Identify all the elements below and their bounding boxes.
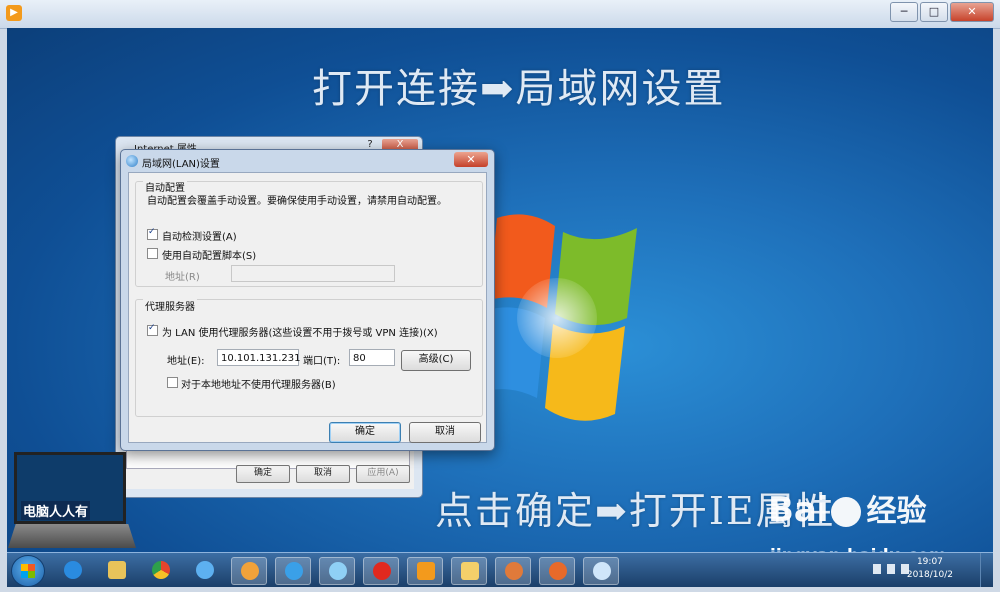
ok-button[interactable]: 确定: [329, 422, 401, 443]
laptop-base: [8, 524, 136, 548]
clock[interactable]: 19:07 2018/10/2: [907, 556, 953, 582]
browser-icon[interactable]: [275, 557, 311, 585]
chess-icon[interactable]: [363, 557, 399, 585]
auto-detect-checkbox[interactable]: [147, 227, 158, 240]
start-button[interactable]: [11, 555, 45, 587]
use-script-label[interactable]: 使用自动配置脚本(S): [162, 247, 256, 262]
proxy-port-input[interactable]: 80: [349, 349, 395, 366]
script-address-label: 地址(R): [165, 272, 200, 283]
lan-settings-dialog: 局域网(LAN)设置 ✕ 自动配置 自动配置会覆盖手动设置。要确保使用手动设置，…: [120, 149, 495, 451]
proxy-address-input[interactable]: 10.101.131.231: [217, 349, 301, 366]
inet-apply-button[interactable]: 应用(A): [356, 465, 410, 483]
use-proxy-checkbox[interactable]: [147, 323, 158, 336]
player-titlebar: ▶ ─ □ ✕: [0, 0, 1000, 29]
folder-icon[interactable]: [451, 557, 487, 585]
cancel-button[interactable]: 取消: [409, 422, 481, 443]
desktop: 打开连接➡局域网设置 Internet 属性 ? X 确定 取消 应用(A): [7, 28, 993, 558]
show-desktop-button[interactable]: [980, 553, 993, 587]
baidu-watermark: Bai 经验: [768, 486, 927, 530]
file-explorer-icon[interactable]: [99, 557, 133, 583]
paint2-icon[interactable]: [539, 557, 575, 585]
media-player-icon[interactable]: [407, 557, 443, 585]
paint-icon[interactable]: [231, 557, 267, 585]
auto-detect-label[interactable]: 自动检测设置(A): [162, 228, 237, 243]
baidu-brand: Bai: [768, 490, 829, 530]
globe-icon: [126, 155, 138, 167]
close-button[interactable]: ✕: [950, 2, 994, 22]
proxy-address-label: 地址(E):: [167, 356, 205, 367]
system-tray: 19:07 2018/10/2: [843, 553, 993, 587]
paw-icon: [830, 496, 861, 527]
advanced-button[interactable]: 高级(C): [401, 350, 471, 371]
flag-icon[interactable]: [873, 564, 881, 574]
clock-time: 19:07: [916, 557, 943, 567]
bypass-local-checkbox[interactable]: [167, 377, 178, 388]
ie-icon[interactable]: [55, 557, 89, 583]
inet-cancel-button[interactable]: 取消: [296, 465, 350, 483]
lan-titlebar: 局域网(LAN)设置 ✕: [121, 150, 494, 172]
lan-close-button[interactable]: ✕: [454, 152, 488, 167]
minimize-button[interactable]: ─: [890, 2, 918, 22]
use-script-checkbox[interactable]: [147, 248, 158, 259]
internet-settings-icon[interactable]: [583, 557, 619, 585]
use-proxy-label[interactable]: 为 LAN 使用代理服务器(这些设置不用于拨号或 VPN 连接)(X): [162, 324, 438, 339]
baidu-brand-cn: 经验: [866, 494, 927, 529]
network-tray-icon[interactable]: [887, 564, 895, 574]
network-icon[interactable]: [187, 557, 221, 583]
proxy-heading: 代理服务器: [143, 298, 197, 313]
caption-top: 打开连接➡局域网设置: [312, 66, 726, 112]
bypass-local-label[interactable]: 对于本地地址不使用代理服务器(B): [181, 376, 336, 391]
pinwheel-icon[interactable]: [319, 557, 355, 585]
site-logo: 电脑人人有: [8, 450, 136, 552]
auto-config-heading: 自动配置: [143, 179, 187, 194]
chrome-icon[interactable]: [143, 557, 177, 583]
clock-date: 2018/10/2: [906, 570, 953, 580]
inet-ok-button[interactable]: 确定: [236, 465, 290, 483]
player-app-icon: ▶: [6, 5, 22, 21]
logo-text: 电脑人人有: [21, 501, 91, 520]
proxy-port-label: 端口(T):: [303, 356, 341, 367]
auto-config-description: 自动配置会覆盖手动设置。要确保使用手动设置，请禁用自动配置。: [147, 196, 447, 207]
taskbar: 19:07 2018/10/2: [7, 552, 993, 587]
lan-title: 局域网(LAN)设置: [142, 159, 220, 170]
script-address-input[interactable]: [231, 265, 395, 282]
maximize-button[interactable]: □: [920, 2, 948, 22]
windows-logo: [487, 214, 637, 421]
monkey-icon[interactable]: [495, 557, 531, 585]
